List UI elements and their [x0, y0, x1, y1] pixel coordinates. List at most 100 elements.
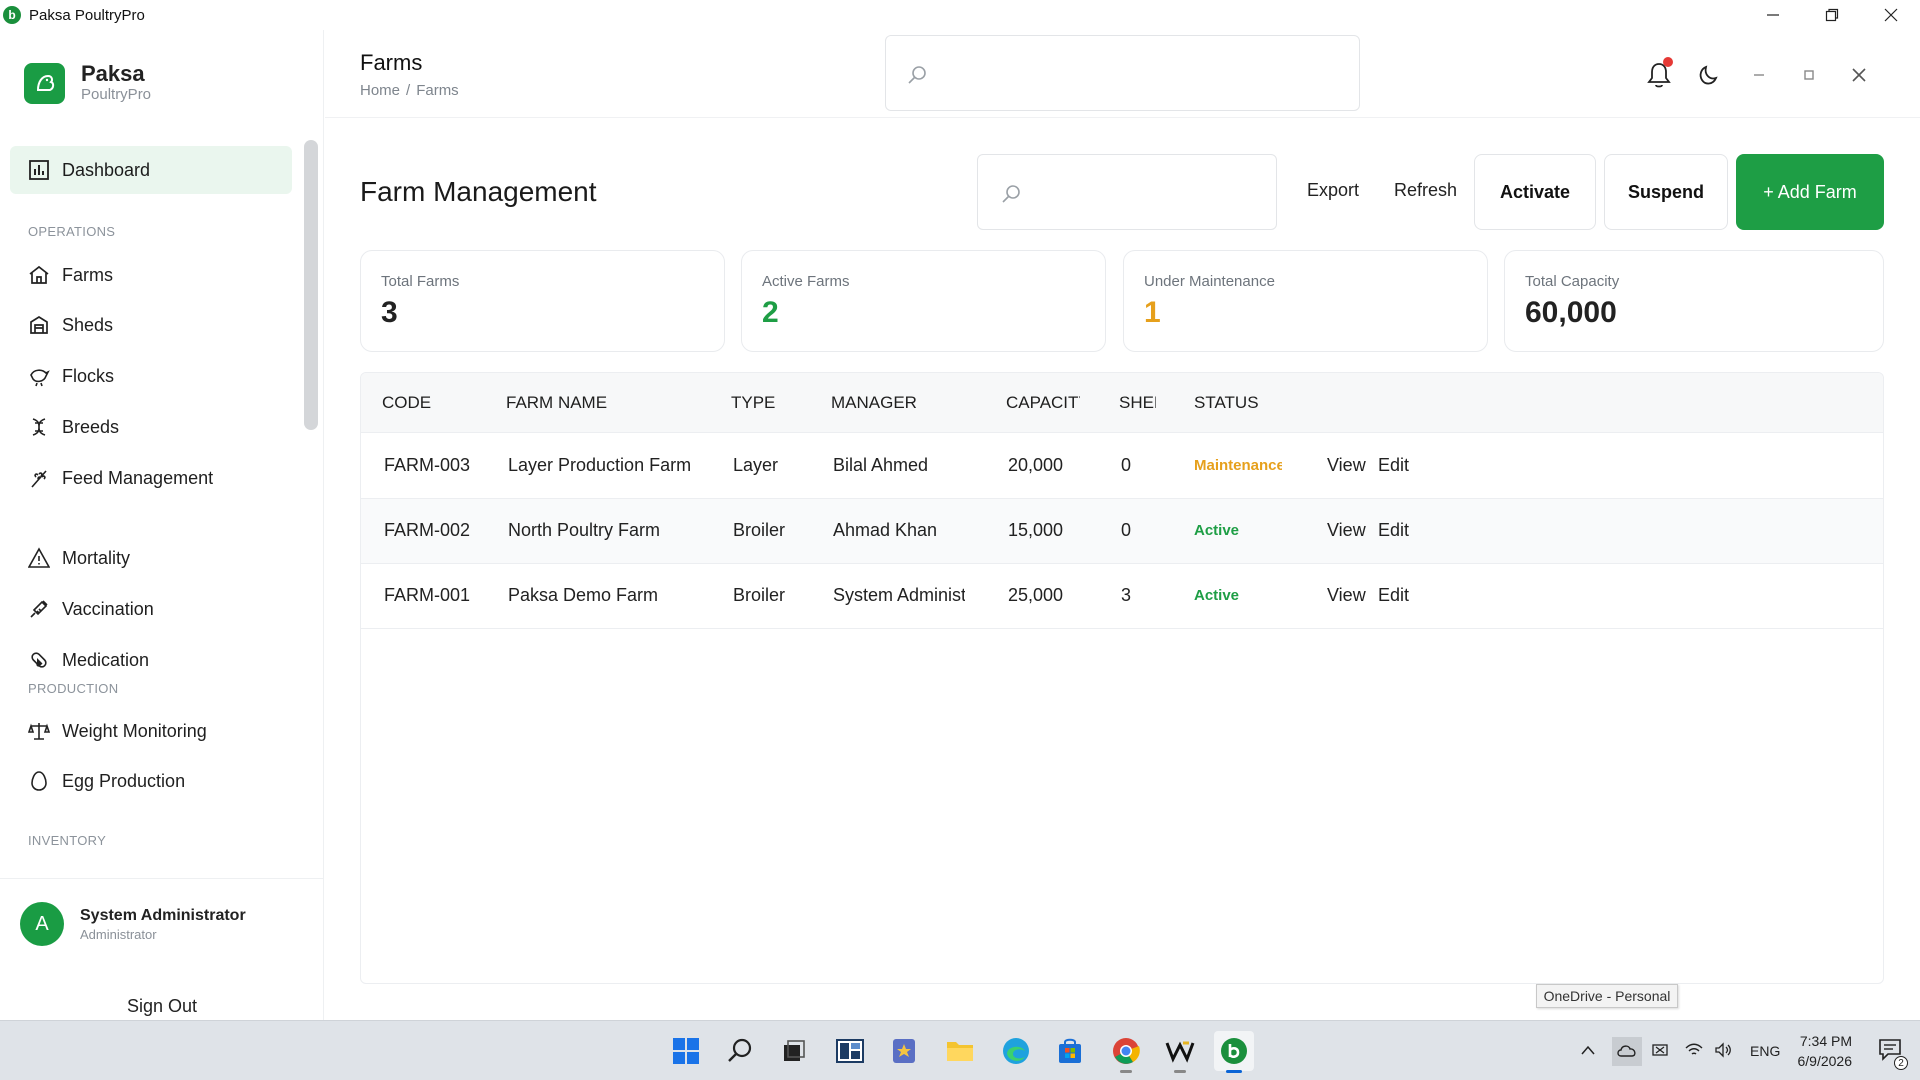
stat-card-total-farms: Total Farms 3 [360, 250, 725, 352]
sidebar-item-label: Breeds [62, 416, 120, 437]
volume-button[interactable] [1714, 1041, 1734, 1061]
show-hidden-icons-button[interactable] [1580, 1043, 1596, 1059]
app-close-button[interactable] [1845, 61, 1873, 89]
wifi-button[interactable] [1684, 1042, 1704, 1061]
volume-icon [1715, 1041, 1731, 1058]
view-button[interactable]: View [1327, 520, 1366, 541]
task-view-icon [784, 1040, 805, 1061]
chrome-button[interactable] [1106, 1031, 1146, 1073]
cell-manager: Ahmad Khan [833, 520, 938, 540]
add-farm-button[interactable]: + Add Farm [1736, 154, 1884, 230]
poultrypro-app-icon [1221, 1038, 1247, 1064]
export-button[interactable]: Export [1307, 180, 1359, 201]
breadcrumb: Home / Farms [360, 82, 459, 99]
cell-type: Broiler [733, 520, 786, 540]
brand-subtitle: PoultryPro [81, 86, 152, 103]
taskbar-app-poultrypro[interactable] [1214, 1031, 1254, 1073]
taskbar-app-w[interactable] [1160, 1031, 1200, 1073]
scale-icon [28, 723, 50, 740]
view-button[interactable]: View [1327, 455, 1366, 476]
column-header-farm-name[interactable]: FARM NAME [506, 393, 676, 413]
sidebar-item-mortality[interactable]: Mortality [28, 543, 130, 573]
widgets-button[interactable] [830, 1031, 870, 1071]
notifications-button[interactable] [1645, 57, 1673, 89]
cell-type: Layer [733, 455, 779, 475]
battery-button[interactable] [1652, 1042, 1672, 1061]
stat-card-under-maintenance: Under Maintenance 1 [1123, 250, 1488, 352]
window-minimize-button[interactable] [1743, 0, 1802, 30]
app-minimize-button[interactable] [1745, 61, 1773, 89]
start-button[interactable] [666, 1031, 706, 1071]
notification-center-button[interactable]: 2 [1878, 1037, 1908, 1070]
onedrive-button[interactable] [1612, 1036, 1642, 1066]
edit-button[interactable]: Edit [1378, 455, 1409, 476]
page-header: Farms Home / Farms [325, 30, 1920, 118]
w-app-icon [1165, 1041, 1195, 1063]
task-view-button[interactable] [774, 1031, 814, 1071]
table-row[interactable]: FARM-002 North Poultry Farm Broiler Ahma… [361, 499, 1883, 564]
taskbar-search-button[interactable] [720, 1031, 760, 1071]
column-header-manager[interactable]: MANAGER [831, 393, 981, 413]
shed-icon [30, 315, 48, 334]
close-icon [1852, 68, 1866, 82]
sidebar-item-egg-production[interactable]: Egg Production [28, 766, 185, 796]
sidebar-item-dashboard[interactable]: Dashboard [10, 146, 292, 194]
theme-toggle-button[interactable] [1695, 61, 1723, 89]
user-role: Administrator [80, 926, 157, 942]
sidebar-item-breeds[interactable]: Breeds [28, 412, 119, 442]
activate-button[interactable]: Activate [1474, 154, 1596, 230]
page-title: Farms [360, 50, 423, 75]
user-profile[interactable]: A System Administrator Administrator [20, 902, 246, 946]
sidebar-item-farms[interactable]: Farms [28, 260, 113, 290]
edit-button[interactable]: Edit [1378, 520, 1409, 541]
sidebar-item-sheds[interactable]: Sheds [28, 310, 113, 340]
stat-value: 60,000 [1525, 296, 1617, 329]
wheat-icon [31, 470, 47, 488]
file-explorer-button[interactable] [940, 1031, 980, 1071]
column-header-sheds[interactable]: SHEDS [1119, 393, 1156, 413]
brand: Paksa PoultryPro [24, 62, 151, 104]
global-search-input[interactable] [885, 35, 1360, 111]
sidebar-item-label: Weight Monitoring [62, 720, 207, 741]
farm-search-input[interactable] [977, 154, 1277, 230]
column-header-type[interactable]: TYPE [731, 393, 811, 413]
bird-icon [30, 369, 50, 387]
maximize-icon [1804, 70, 1814, 80]
sidebar-scrollbar[interactable] [304, 140, 318, 430]
column-header-capacity[interactable]: CAPACITY [1006, 393, 1080, 413]
sidebar-item-vaccination[interactable]: Vaccination [28, 594, 154, 624]
app-badge-icon [893, 1039, 915, 1063]
language-indicator[interactable]: ENG [1750, 1043, 1780, 1059]
table-row[interactable]: FARM-001 Paksa Demo Farm Broiler System … [361, 564, 1883, 629]
sidebar-item-feed-management[interactable]: Feed Management [28, 463, 213, 493]
cell-code: FARM-003 [384, 455, 471, 475]
view-button[interactable]: View [1327, 585, 1366, 606]
edit-button[interactable]: Edit [1378, 585, 1409, 606]
window-restore-button[interactable] [1802, 0, 1861, 30]
cell-code: FARM-001 [384, 585, 471, 605]
taskbar-app-badge[interactable] [884, 1031, 924, 1071]
pill-icon [31, 652, 47, 668]
sign-out-button[interactable]: Sign Out [0, 996, 324, 1017]
table-row[interactable]: FARM-003 Layer Production Farm Layer Bil… [361, 434, 1883, 499]
taskbar-clock[interactable]: 7:34 PM 6/9/2026 [1798, 1031, 1853, 1071]
chevron-up-icon [1581, 1045, 1595, 1055]
suspend-button[interactable]: Suspend [1604, 154, 1728, 230]
window-titlebar: b Paksa PoultryPro [0, 0, 1920, 30]
app-maximize-button[interactable] [1795, 61, 1823, 89]
breadcrumb-home[interactable]: Home [360, 82, 400, 99]
stat-card-active-farms: Active Farms 2 [741, 250, 1106, 352]
sidebar-item-flocks[interactable]: Flocks [28, 361, 114, 391]
farms-table: CODE FARM NAME TYPE MANAGER CAPACITY SHE… [360, 372, 1884, 984]
table-header: CODE FARM NAME TYPE MANAGER CAPACITY SHE… [361, 373, 1883, 433]
edge-button[interactable] [996, 1031, 1036, 1071]
column-header-code[interactable]: CODE [382, 393, 482, 413]
windows-icon [673, 1038, 699, 1064]
store-button[interactable] [1050, 1031, 1090, 1071]
cell-capacity: 15,000 [1008, 520, 1064, 540]
sidebar-item-weight-monitoring[interactable]: Weight Monitoring [28, 716, 207, 746]
sidebar-item-medication[interactable]: Medication [28, 645, 149, 675]
column-header-status[interactable]: STATUS [1194, 393, 1314, 413]
window-close-button[interactable] [1861, 0, 1920, 30]
refresh-button[interactable]: Refresh [1394, 180, 1457, 201]
